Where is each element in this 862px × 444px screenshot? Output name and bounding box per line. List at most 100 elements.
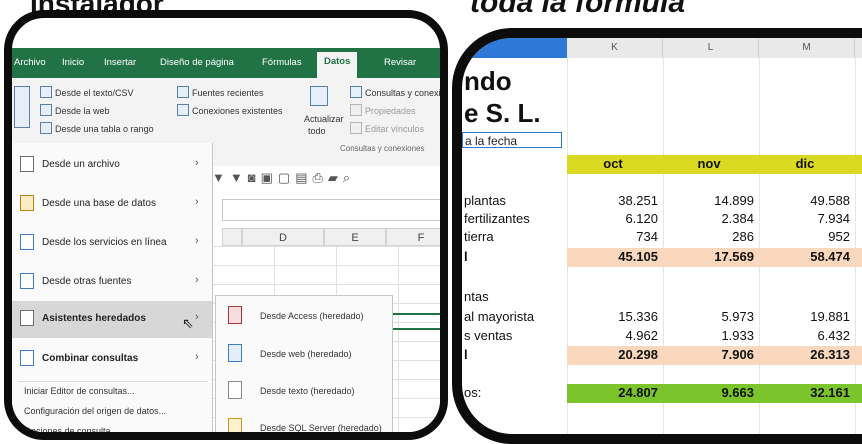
cell-value[interactable]: 38.251 <box>568 193 658 208</box>
from-web-button[interactable]: Desde la web <box>40 104 110 116</box>
from-table-range-label: Desde una tabla o rango <box>55 124 154 134</box>
cell-value[interactable]: 49.588 <box>760 193 850 208</box>
menu-item-launch-query-editor[interactable]: Iniciar Editor de consultas... <box>24 386 135 396</box>
cell-value[interactable]: 1.933 <box>664 328 754 343</box>
table-format-icon[interactable]: ▣ <box>261 170 278 185</box>
cell-value[interactable]: 15.336 <box>568 309 658 324</box>
cell-value[interactable]: 26.313 <box>760 347 850 362</box>
cell-value[interactable]: 58.474 <box>760 249 850 264</box>
row-label[interactable]: os: <box>464 385 481 400</box>
cell-value[interactable]: 9.663 <box>664 385 754 400</box>
column-header-e[interactable]: E <box>324 228 386 246</box>
doc-icon[interactable]: ▤ <box>295 170 312 185</box>
cell-value[interactable]: 7.934 <box>760 211 850 226</box>
column-header-l[interactable]: L <box>663 38 759 58</box>
queries-connections-button[interactable]: Consultas y conexiones <box>350 86 446 98</box>
row-label[interactable]: tierra <box>464 229 494 244</box>
submenu-item-from-text[interactable]: Desde texto (heredado) <box>216 373 392 409</box>
tab-formulas[interactable]: Fórmulas <box>262 57 302 68</box>
month-dec[interactable]: dic <box>760 156 850 171</box>
existing-connections-button[interactable]: Conexiones existentes <box>177 104 283 116</box>
recent-sources-button[interactable]: Fuentes recientes <box>177 86 264 98</box>
cell-value[interactable]: 32.161 <box>760 385 850 400</box>
cell-value[interactable]: 4.962 <box>568 328 658 343</box>
row-label[interactable]: ntas <box>464 289 489 304</box>
queries-connections-label: Consultas y conexiones <box>365 88 446 98</box>
cell-value[interactable]: 5.973 <box>664 309 754 324</box>
date-label[interactable]: a la fecha <box>462 132 562 148</box>
formula-bar[interactable] <box>222 199 440 221</box>
menu-divider <box>18 381 208 382</box>
menu-item-from-file[interactable]: Desde un archivo › <box>12 147 212 184</box>
tab-review[interactable]: Revisar <box>384 57 416 68</box>
chevron-right-icon: › <box>195 274 199 286</box>
row-label[interactable]: plantas <box>464 193 506 208</box>
row-label[interactable]: l <box>464 347 468 362</box>
from-table-range-button[interactable]: Desde una tabla o rango <box>40 122 154 134</box>
menu-item-combine-queries[interactable]: Combinar consultas › <box>12 341 212 378</box>
menu-item-data-source-settings[interactable]: Configuración del origen de datos... <box>24 406 166 416</box>
cell-value[interactable]: 17.569 <box>664 249 754 264</box>
table-row: plantas 38.251 14.899 49.588 <box>462 192 862 211</box>
cell-value[interactable]: 734 <box>568 229 658 244</box>
submenu-item-from-web[interactable]: Desde web (heredado) <box>216 336 392 372</box>
month-oct[interactable]: oct <box>568 156 658 171</box>
combine-queries-icon <box>20 350 34 366</box>
tab-insert[interactable]: Insertar <box>104 57 136 68</box>
cell-value[interactable]: 952 <box>760 229 850 244</box>
column-header-f[interactable]: F <box>386 228 440 246</box>
menu-item-query-options[interactable]: Opciones de consulta <box>24 426 111 432</box>
filter-icon[interactable]: ▼ <box>212 170 230 185</box>
folder-icon[interactable]: ▰ <box>328 170 343 185</box>
database-icon <box>20 195 34 211</box>
tab-home[interactable]: Inicio <box>62 57 84 68</box>
refresh-all-label-2[interactable]: todo <box>308 126 326 136</box>
properties-button[interactable]: Propiedades <box>350 104 416 116</box>
cell-value[interactable]: 7.906 <box>664 347 754 362</box>
page-icon[interactable]: ▢ <box>278 170 295 185</box>
access-icon <box>228 306 242 324</box>
tab-data[interactable]: Datos <box>317 52 358 78</box>
column-header-d[interactable]: D <box>242 228 324 246</box>
menu-item-from-online-services[interactable]: Desde los servicios en línea › <box>12 225 212 262</box>
camera-icon[interactable]: ◙ <box>248 170 261 185</box>
tab-file[interactable]: Archivo <box>14 57 46 68</box>
get-data-icon[interactable] <box>14 86 30 128</box>
chevron-right-icon: › <box>195 311 199 323</box>
chevron-right-icon: › <box>195 351 199 363</box>
submenu-item-from-sql-server[interactable]: Desde SQL Server (heredado) <box>216 410 392 433</box>
from-text-csv-button[interactable]: Desde el texto/CSV <box>40 86 134 98</box>
selected-cell[interactable] <box>390 313 440 330</box>
row-label[interactable]: al mayorista <box>464 309 534 324</box>
row-label[interactable]: fertilizantes <box>464 211 530 226</box>
edit-links-button[interactable]: Editar vínculos <box>350 122 424 134</box>
recent-sources-icon <box>177 86 189 98</box>
cell-value[interactable]: 6.120 <box>568 211 658 226</box>
cell-value[interactable]: 24.807 <box>568 385 658 400</box>
print-icon[interactable]: ⎙ <box>313 170 328 185</box>
month-nov[interactable]: nov <box>664 156 754 171</box>
cell-value[interactable]: 14.899 <box>664 193 754 208</box>
menu-item-from-other-sources[interactable]: Desde otras fuentes › <box>12 264 212 301</box>
column-header-n[interactable] <box>855 38 862 58</box>
refresh-icon[interactable] <box>310 86 328 106</box>
submenu-item-label: Desde SQL Server (heredado) <box>260 423 382 433</box>
refresh-all-label-1[interactable]: Actualizar <box>304 114 344 124</box>
spreadsheet-panel: K L M ndo e S. L. a la fecha oct nov dic… <box>452 28 862 444</box>
cell-value[interactable]: 2.384 <box>664 211 754 226</box>
column-header-k[interactable]: K <box>567 38 663 58</box>
column-header-m[interactable]: M <box>759 38 855 58</box>
menu-item-from-database[interactable]: Desde una base de datos › <box>12 186 212 223</box>
submenu-item-from-access[interactable]: Desde Access (heredado) <box>216 298 392 334</box>
cell-value[interactable]: 286 <box>664 229 754 244</box>
cell-value[interactable]: 20.298 <box>568 347 658 362</box>
submenu-item-label: Desde texto (heredado) <box>260 386 355 396</box>
cell-value[interactable]: 19.881 <box>760 309 850 324</box>
row-label[interactable]: l <box>464 249 468 264</box>
cell-value[interactable]: 6.432 <box>760 328 850 343</box>
cell-value[interactable]: 45.105 <box>568 249 658 264</box>
zoom-icon[interactable]: ⌕ <box>343 170 355 185</box>
tab-page-layout[interactable]: Diseño de página <box>160 57 234 68</box>
row-label[interactable]: s ventas <box>464 328 512 343</box>
filter-icon-2[interactable]: ▼ <box>230 170 248 185</box>
